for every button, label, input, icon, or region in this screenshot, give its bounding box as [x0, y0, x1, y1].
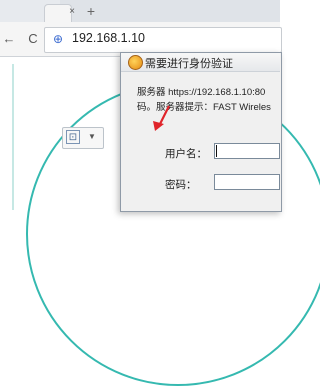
password-input[interactable]: [214, 174, 280, 190]
reload-icon[interactable]: C: [24, 30, 42, 48]
username-label: 用户名：: [165, 148, 207, 160]
dialog-title: 需要进行身份验证: [145, 58, 233, 70]
arrow-left-icon[interactable]: ←: [0, 30, 18, 48]
site-info-icon[interactable]: ⊕: [50, 30, 66, 48]
page-icon[interactable]: ⊡: [66, 130, 80, 144]
username-input[interactable]: [214, 143, 280, 159]
password-label: 密码：: [165, 179, 197, 191]
close-icon[interactable]: ×: [66, 6, 78, 18]
caret-down-icon[interactable]: ▼: [86, 130, 98, 144]
dialog-message-line-1: 服务器 https://192.168.1.10:80: [137, 87, 266, 98]
key-icon: [128, 55, 143, 70]
plus-icon[interactable]: +: [84, 4, 98, 18]
address-text[interactable]: 192.168.1.10: [72, 31, 145, 45]
dialog-message-line-2: 码。服务器提示：FAST Wireles: [137, 102, 271, 113]
text-caret: [216, 145, 217, 157]
page-divider: [12, 64, 14, 210]
